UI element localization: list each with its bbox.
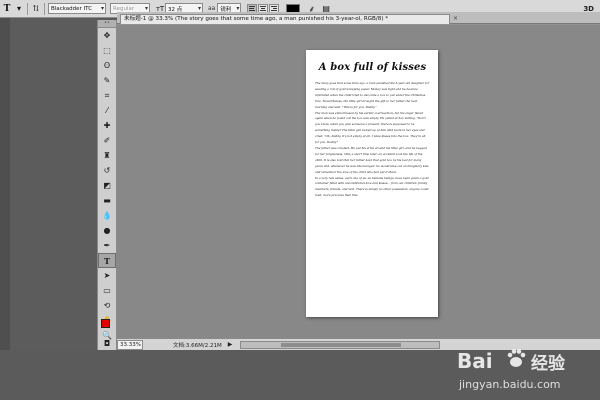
story-paragraph: The story goes that some time ago, a man…	[315, 81, 430, 109]
history-brush-tool-icon[interactable]: ↺	[98, 163, 116, 178]
dodge-tool-icon[interactable]: ●	[98, 223, 116, 238]
quick-mask-icon[interactable]: ◘	[98, 336, 116, 351]
font-family-select[interactable]: Blackadder ITC	[48, 3, 106, 14]
healing-brush-tool-icon[interactable]: ✚	[98, 118, 116, 133]
toggle-orientation-icon[interactable]: ⇅	[31, 4, 41, 14]
crop-tool-icon[interactable]: ⌗	[98, 88, 116, 103]
document-canvas[interactable]: A box full of kisses The story goes that…	[306, 50, 438, 317]
tools-panel: •• ✥ ⬚ ʘ ✎ ⌗ ⁄ ✚ ✐ ♜ ↺ ◩ ▬ 💧 ● ✒ T ➤ ▭ ⟲…	[97, 20, 117, 350]
scrollbar-thumb[interactable]	[281, 342, 402, 347]
photoshop-window: T ▾ ⇅ Blackadder ITC Regular ᴛT 32 点 aa …	[0, 0, 600, 400]
divider	[27, 2, 28, 15]
brush-tool-icon[interactable]: ✐	[98, 133, 116, 148]
workspace-edge	[0, 18, 10, 350]
rectangle-tool-icon[interactable]: ▭	[98, 283, 116, 298]
panel-grip[interactable]: ••	[98, 20, 116, 28]
preset-dropdown-arrow-icon[interactable]: ▾	[14, 4, 24, 14]
type-tool-preset-icon[interactable]: T	[0, 4, 14, 14]
path-selection-tool-icon[interactable]: ➤	[98, 268, 116, 283]
font-style-value: Regular	[113, 5, 135, 12]
eraser-tool-icon[interactable]: ◩	[98, 178, 116, 193]
divider	[44, 2, 45, 15]
status-menu-arrow-icon[interactable]: ▶	[228, 341, 233, 348]
zoom-level-field[interactable]: 33.33%	[117, 339, 143, 350]
pen-tool-icon[interactable]: ✒	[98, 238, 116, 253]
document-size-info: 文档:3.66M/2.21M	[173, 342, 222, 349]
story-text-layer[interactable]: The story goes that some time ago, a man…	[315, 81, 430, 199]
lasso-tool-icon[interactable]: ʘ	[98, 58, 116, 73]
baidu-watermark: Bai 经验 jingyan.baidu.com	[455, 345, 600, 400]
horizontal-scrollbar[interactable]	[240, 340, 441, 349]
close-icon[interactable]: ×	[453, 15, 458, 22]
paw-logo-icon	[507, 349, 526, 367]
quick-select-tool-icon[interactable]: ✎	[98, 73, 116, 88]
3d-rotate-tool-icon[interactable]: ⟲	[98, 298, 116, 313]
foreground-color-swatch[interactable]	[101, 319, 110, 328]
antialias-label: aa	[208, 5, 216, 12]
gradient-tool-icon[interactable]: ▬	[98, 193, 116, 208]
clone-stamp-tool-icon[interactable]: ♜	[98, 148, 116, 163]
watermark-brand: Bai	[457, 349, 493, 373]
story-paragraph: The man was embarrassed by his earlier o…	[315, 110, 426, 145]
document-tab[interactable]: 未标题-1 @ 33.3% (The story goes that some …	[120, 14, 450, 24]
story-paragraph: The father was crushed. He put his arms …	[315, 145, 429, 174]
eyedropper-tool-icon[interactable]: ⁄	[98, 103, 116, 118]
marquee-tool-icon[interactable]: ⬚	[98, 43, 116, 58]
page-title: A box full of kisses	[318, 62, 427, 73]
workspace-background	[0, 18, 97, 350]
watermark-brand-suffix: 经验	[531, 354, 565, 374]
move-tool-icon[interactable]: ✥	[98, 28, 116, 43]
type-tool-icon[interactable]: T	[98, 253, 116, 268]
watermark-url: jingyan.baidu.com	[459, 378, 561, 391]
document-tab-title: 未标题-1 @ 33.3% (The story goes that some …	[124, 16, 389, 22]
font-family-value: Blackadder ITC	[51, 5, 93, 12]
story-paragraph: In a very real sense, each one of us, as…	[315, 175, 429, 198]
blur-tool-icon[interactable]: 💧	[98, 208, 116, 223]
document-tab-bar: 未标题-1 @ 33.3% (The story goes that some …	[117, 12, 600, 24]
